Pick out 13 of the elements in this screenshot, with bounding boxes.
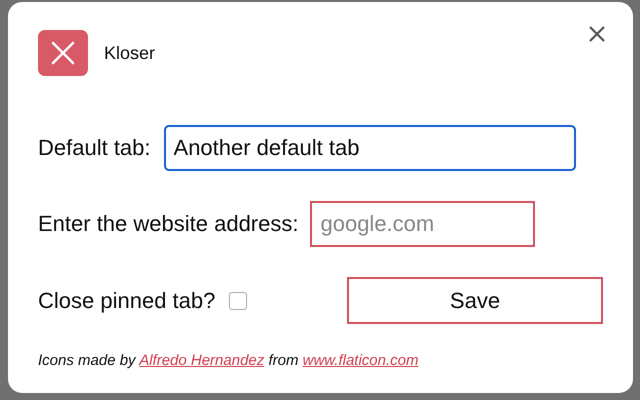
app-title: Kloser — [104, 42, 156, 64]
website-field[interactable]: google.com — [310, 201, 536, 247]
close-button[interactable] — [587, 24, 607, 44]
checkbox[interactable] — [229, 292, 248, 310]
default-tab-field[interactable]: Another default tab — [164, 125, 576, 171]
checkbox-label: Close pinned tab? — [38, 288, 216, 314]
site-link[interactable]: www.flaticon.com — [302, 352, 418, 369]
save-button[interactable]: Save — [347, 277, 603, 324]
credits-text: Icons made by Alfredo Hernandez from www.flaticon.com — [38, 352, 420, 369]
field-label: Enter the website address: — [38, 211, 298, 237]
field-label: Default tab: — [38, 135, 151, 161]
author-link[interactable]: Alfredo Hernandez — [139, 352, 264, 369]
close-logo-icon — [38, 30, 88, 76]
